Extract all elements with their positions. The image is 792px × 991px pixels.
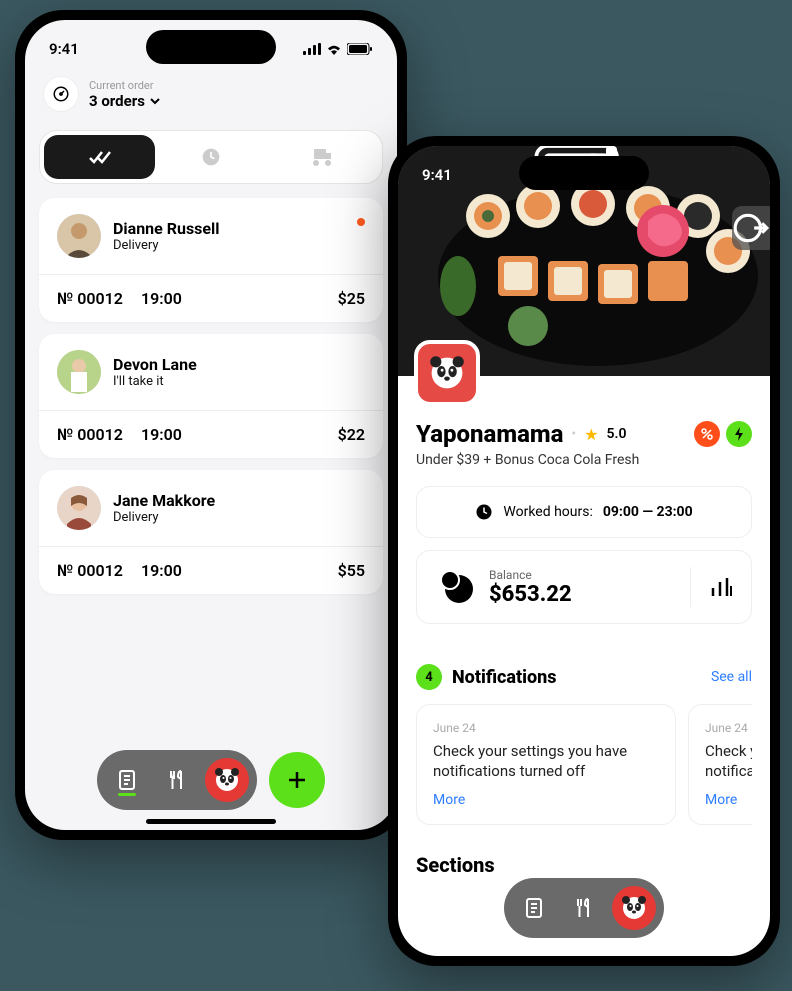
order-time: 19:00 (141, 561, 338, 580)
order-time: 19:00 (141, 425, 338, 444)
avatar (57, 486, 101, 530)
chevron-down-icon (149, 95, 161, 107)
order-tabs (39, 130, 383, 184)
balance-value: $653.22 (489, 582, 572, 607)
separator: • (571, 426, 576, 442)
orders-summary[interactable]: Current order 3 orders (25, 64, 397, 124)
notifications-count: 4 (416, 664, 442, 690)
receipt-icon (117, 769, 137, 791)
discount-badge[interactable] (694, 421, 720, 447)
order-price: $25 (338, 289, 365, 308)
order-card[interactable]: Devon Lane I'll take it № 00012 19:00 $2… (39, 334, 383, 458)
status-time: 9:41 (49, 40, 79, 58)
nav-orders[interactable] (105, 758, 149, 802)
tab-pending[interactable] (155, 135, 266, 179)
clock-icon (201, 147, 221, 167)
customer-name: Jane Makkore (113, 491, 215, 510)
panda-icon (212, 765, 242, 795)
gauge-icon (43, 76, 79, 112)
balance-label: Balance (489, 568, 572, 582)
orders-label: Current order (89, 79, 161, 92)
restaurant-subtitle: Under $39 + Bonus Coca Cola Fresh (416, 452, 752, 468)
order-number: № 00012 (57, 425, 123, 444)
utensils-icon (166, 769, 188, 791)
customer-name: Dianne Russell (113, 219, 220, 238)
signal-icon (303, 43, 321, 55)
customer-name: Devon Lane (113, 355, 197, 374)
lightning-icon (733, 427, 745, 441)
home-indicator[interactable] (146, 819, 276, 824)
notch (146, 30, 276, 64)
nav-restaurant[interactable] (155, 758, 199, 802)
phone-2: 9:41 Yaponamama • ★ 5.0 (388, 136, 780, 966)
notif-date: June 24 (705, 721, 752, 735)
add-button[interactable] (269, 752, 325, 808)
bottom-nav (97, 750, 257, 810)
orders-value: 3 orders (89, 92, 145, 110)
order-number: № 00012 (57, 289, 123, 308)
bottom-nav (504, 878, 664, 938)
rating-value: 5.0 (606, 426, 626, 442)
notif-more-link[interactable]: More (433, 792, 659, 808)
sections-title: Sections (416, 853, 752, 877)
balance-card[interactable]: Balance $653.22 (416, 550, 752, 624)
status-icons (303, 43, 373, 55)
tab-confirmed[interactable] (44, 135, 155, 179)
notif-text: Check y notificat (705, 741, 752, 782)
notch (519, 156, 649, 190)
order-number: № 00012 (57, 561, 123, 580)
exit-button[interactable] (732, 206, 770, 250)
star-icon: ★ (584, 425, 598, 444)
see-all-link[interactable]: See all (711, 669, 752, 685)
receipt-icon (524, 897, 544, 919)
order-card[interactable]: Dianne Russell Delivery № 00012 19:00 $2… (39, 198, 383, 322)
notif-more-link[interactable]: More (705, 792, 752, 808)
hours-value: 09:00 — 23:00 (603, 504, 693, 520)
order-type: Delivery (113, 510, 215, 525)
nav-restaurant[interactable] (562, 886, 606, 930)
coins-icon (435, 567, 475, 607)
wifi-icon (326, 43, 342, 55)
nav-orders[interactable] (512, 886, 556, 930)
order-price: $55 (338, 561, 365, 580)
check-double-icon (88, 149, 112, 165)
percent-icon (700, 427, 714, 441)
panda-icon (426, 352, 468, 394)
clock-icon (475, 503, 493, 521)
plus-icon (286, 769, 308, 791)
delivery-icon (310, 147, 334, 167)
nav-profile[interactable] (612, 886, 656, 930)
new-indicator (357, 218, 365, 226)
battery-icon (347, 43, 373, 55)
avatar (57, 214, 101, 258)
exit-icon (732, 206, 770, 250)
stats-button[interactable] (690, 567, 733, 607)
phone-1: 9:41 Current order 3 orders (15, 10, 407, 840)
order-type: Delivery (113, 238, 220, 253)
avatar (57, 350, 101, 394)
worked-hours-card: Worked hours: 09:00 — 23:00 (416, 486, 752, 538)
fast-badge[interactable] (726, 421, 752, 447)
order-type: I'll take it (113, 374, 197, 389)
utensils-icon (573, 897, 595, 919)
notif-text: Check your settings you have notificatio… (433, 741, 659, 782)
tab-delivery[interactable] (267, 135, 378, 179)
order-time: 19:00 (141, 289, 338, 308)
panda-icon (619, 893, 649, 923)
order-card[interactable]: Jane Makkore Delivery № 00012 19:00 $55 (39, 470, 383, 594)
notification-card[interactable]: June 24 Check y notificat More (688, 704, 752, 825)
hours-label: Worked hours: (503, 504, 592, 520)
restaurant-title: Yaponamama (416, 420, 563, 448)
restaurant-logo (414, 340, 480, 406)
nav-profile[interactable] (205, 758, 249, 802)
order-price: $22 (338, 425, 365, 444)
bars-icon (709, 576, 733, 598)
notifications-title: Notifications (452, 667, 557, 688)
notification-card[interactable]: June 24 Check your settings you have not… (416, 704, 676, 825)
notif-date: June 24 (433, 721, 659, 735)
